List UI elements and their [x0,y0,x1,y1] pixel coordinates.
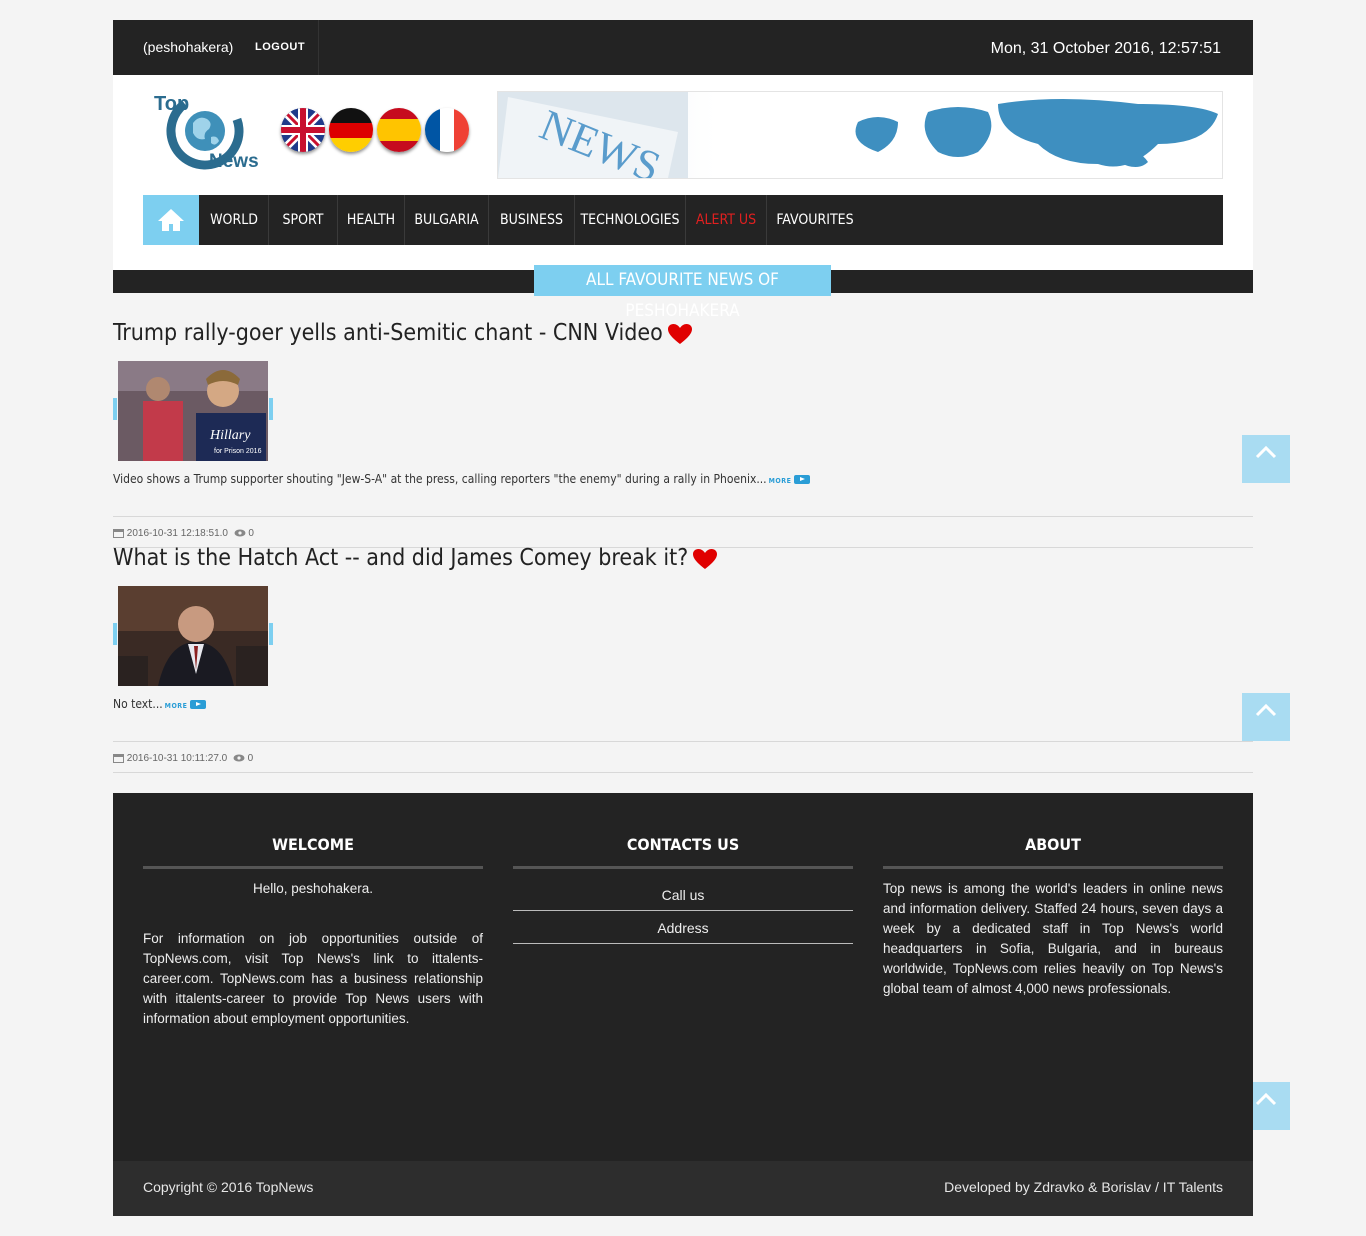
site-logo[interactable]: Top News [153,93,269,175]
footer-contacts-title: CONTACTS US [626,835,740,854]
main-nav: WORLD SPORT HEALTH BULGARIA BUSINESS TEC… [143,195,1223,245]
article-meta: 2016-10-31 10:11:27.0 0 [113,753,253,764]
copyright-bar: Copyright © 2016 TopNews Developed by Zd… [113,1161,1253,1216]
svg-text:Hillary: Hillary [209,428,251,443]
article-summary: No text... MORE [113,697,207,711]
heart-icon[interactable] [667,323,693,345]
play-arrow-icon[interactable] [794,475,811,484]
article-thumbnail[interactable] [118,586,268,686]
thumbnail-frame [113,398,117,420]
site-header: Top News NEWS WORLD SPORT HEALTH BULGARI… [113,75,1253,270]
top-bar: (peshohakera) LOGOUT Mon, 31 October 201… [113,20,1253,75]
article-title-row: What is the Hatch Act -- and did James C… [113,545,718,571]
about-text: Top news is among the world's leaders in… [883,881,1223,996]
header-banner-image: NEWS [497,91,1223,179]
call-us-link[interactable]: Call us [513,887,853,903]
home-icon [158,209,184,231]
eye-icon [233,754,245,762]
scroll-top-button[interactable] [1242,693,1290,741]
germany-flag-icon[interactable] [329,108,373,152]
nav-item-business[interactable]: BUSINESS [489,195,575,245]
divider [113,516,1253,517]
divider [883,866,1223,869]
page-container: (peshohakera) LOGOUT Mon, 31 October 201… [113,20,1253,773]
more-link[interactable]: MORE [165,702,188,710]
article-views: 0 [248,528,254,539]
logo-text-top: Top [154,93,190,115]
home-button[interactable] [143,195,199,245]
france-flag-icon[interactable] [425,108,469,152]
nav-item-alert-us[interactable]: ALERT US [686,195,767,245]
article-title-link[interactable]: Trump rally-goer yells anti-Semitic chan… [113,320,663,346]
site-footer: WELCOME Hello, peshohakera. For informat… [113,793,1253,1161]
thumbnail-frame [269,623,273,645]
divider [513,910,853,911]
more-link[interactable]: MORE [769,477,792,485]
calendar-icon [113,529,124,539]
heart-icon[interactable] [692,548,718,570]
copyright-text: Copyright © 2016 TopNews [143,1179,314,1195]
article-views: 0 [247,753,254,764]
nav-item-sport[interactable]: SPORT [269,195,338,245]
welcome-greeting: Hello, peshohakera. [252,881,374,896]
article-thumbnail[interactable]: Hillary for Prison 2016 [118,361,268,461]
thumbnail-frame [269,398,273,420]
divider [143,866,483,869]
logo-text-news: News [209,151,259,172]
chevron-up-icon [1255,703,1277,717]
logout-link[interactable]: LOGOUT [255,41,305,53]
article-meta: 2016-10-31 12:18:51.0 0 [113,528,254,539]
divider [318,20,319,75]
spain-flag-icon[interactable] [377,108,421,152]
divider [513,866,853,869]
play-arrow-icon[interactable] [190,700,207,709]
username-label: (peshohakera) [143,39,234,55]
nav-item-favourites[interactable]: FAVOURITES [767,195,863,245]
developer-credit: Developed by Zdravko & Borislav / IT Tal… [944,1179,1223,1195]
welcome-text: For information on job opportunities out… [143,931,483,1026]
article-summary-text: No text... [113,697,163,711]
divider [513,943,853,944]
article-title-row: Trump rally-goer yells anti-Semitic chan… [113,320,693,346]
nav-item-bulgaria[interactable]: BULGARIA [405,195,489,245]
article-date: 2016-10-31 10:11:27.0 [126,753,228,764]
footer-about-title: ABOUT [1025,835,1081,854]
footer-welcome-title: WELCOME [272,835,354,854]
divider [113,741,1253,742]
scroll-top-button[interactable] [1242,435,1290,483]
divider [113,772,1253,773]
article-summary-text: Video shows a Trump supporter shouting "… [113,472,767,486]
nav-item-world[interactable]: WORLD [200,195,269,245]
nav-item-technologies[interactable]: TECHNOLOGIES [575,195,686,245]
address-link[interactable]: Address [513,920,853,936]
article-summary: Video shows a Trump supporter shouting "… [113,472,811,486]
article-date: 2016-10-31 12:18:51.0 [126,528,228,539]
nav-item-health[interactable]: HEALTH [338,195,405,245]
article-title-link[interactable]: What is the Hatch Act -- and did James C… [113,545,688,571]
chevron-up-icon [1255,445,1277,459]
uk-flag-icon[interactable] [281,108,325,152]
section-title: ALL FAVOURITE NEWS OF PESHOHAKERA [534,265,831,321]
calendar-icon [113,754,124,764]
eye-icon [234,529,246,537]
thumbnail-frame [113,623,117,645]
svg-text:for Prison 2016: for Prison 2016 [214,448,262,455]
datetime-display: Mon, 31 October 2016, 12:57:51 [990,40,1221,57]
